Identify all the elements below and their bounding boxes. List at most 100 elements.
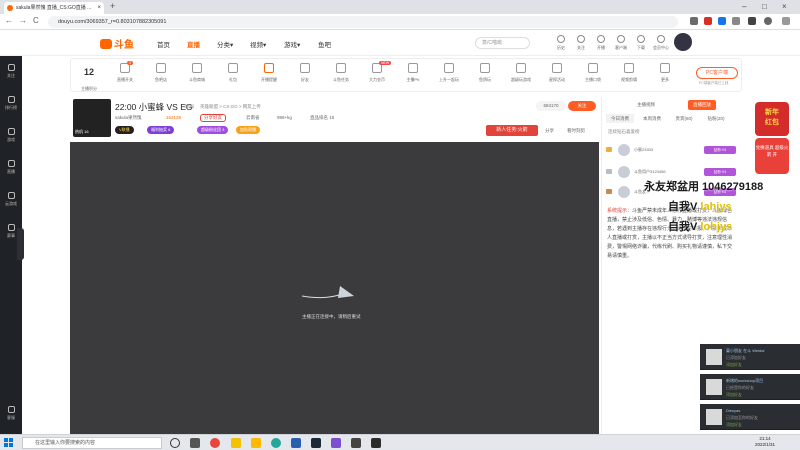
toolbar-item-10[interactable]: 鱼鸽玩: [467, 63, 503, 83]
member-button[interactable]: 会员中心: [650, 35, 672, 51]
taskbar-search[interactable]: 在这里输入你要搜索的内容: [22, 437, 162, 449]
sticker-pill[interactable]: 加贴帮播: [236, 126, 260, 134]
search-input[interactable]: 蒸/C喵呦: [475, 37, 530, 49]
forward-button[interactable]: →: [19, 16, 27, 25]
client-button[interactable]: 客户端: [610, 35, 632, 51]
window-maximize-button[interactable]: □: [762, 0, 767, 14]
tab-close-icon[interactable]: ×: [97, 2, 101, 14]
taskview-icon[interactable]: [190, 438, 200, 448]
toolbar-item-15[interactable]: 更多: [647, 63, 683, 83]
rocket-redeem[interactable]: 兑换道具 超级火箭 开: [755, 138, 789, 174]
toolbar-item-14[interactable]: 视频剪辑: [611, 63, 647, 83]
side-rank[interactable]: 排行榜: [0, 96, 22, 111]
window-minimize-button[interactable]: –: [742, 0, 746, 14]
video-player[interactable]: 主播正在连接中，请稍后重试: [70, 142, 599, 434]
subtab-vip[interactable]: 贵宾(60): [670, 114, 698, 123]
nav-game[interactable]: 游戏▾: [284, 39, 300, 49]
extension-blue-icon[interactable]: [718, 17, 726, 25]
media-control-icon[interactable]: [748, 17, 756, 25]
app-dark-icon[interactable]: [351, 438, 361, 448]
sidenav-collapse-handle[interactable]: [17, 228, 24, 260]
anchor-level[interactable]: 12 主播积分: [75, 67, 103, 95]
new-year-promo[interactable]: 新年 红包 兑换道具 超级火箭 开: [755, 102, 789, 174]
toolbar-item-12[interactable]: 星探活动: [539, 63, 575, 83]
start-live-button[interactable]: 开播: [590, 35, 612, 51]
report-link[interactable]: 举报: [185, 104, 194, 110]
share-button[interactable]: 分享: [545, 128, 554, 134]
app-terminal-icon[interactable]: [371, 438, 381, 448]
extension-puzzle-icon[interactable]: [732, 17, 740, 25]
nav-home[interactable]: 首页: [157, 39, 170, 49]
vlive-pill[interactable]: V联播: [115, 126, 134, 134]
subtab-diamond[interactable]: 钻粉(20): [702, 114, 730, 123]
toolbar-item-3[interactable]: 礼包: [215, 63, 251, 83]
subtab-today[interactable]: 今日消费: [606, 114, 634, 123]
clip-button[interactable]: 看时刻剪: [567, 128, 585, 134]
nav-category[interactable]: 分类▾: [217, 39, 233, 49]
room-category[interactable]: 英雄联盟 > CS:GO > 网友上传: [200, 104, 261, 110]
tab-anchor-video[interactable]: 主播视频: [632, 100, 660, 110]
extension-red-icon[interactable]: [704, 17, 712, 25]
rank-row[interactable]: 斗鱼用户3123456 钻粉·V4: [606, 165, 740, 179]
history-button[interactable]: 历史: [550, 35, 572, 51]
profile-icon[interactable]: [764, 17, 772, 25]
side-live[interactable]: 直播: [0, 160, 22, 175]
rank-row[interactable]: 小蜜23333 钻粉·V4: [606, 143, 740, 157]
user-avatar[interactable]: [674, 33, 692, 51]
file-explorer-icon[interactable]: [231, 438, 241, 448]
fan-club-pill[interactable]: 超级粉丝团 3: [197, 126, 229, 134]
nav-fishbar[interactable]: 鱼吧: [318, 39, 331, 49]
anchor-name[interactable]: sakula果然愧: [115, 115, 142, 121]
back-button[interactable]: ←: [5, 16, 13, 25]
toolbar-item-7[interactable]: NEW 大力金币: [359, 61, 395, 83]
toolbar-item-1[interactable]: 鱼吧店: [143, 63, 179, 83]
download-button[interactable]: 下载: [630, 35, 652, 51]
toolbar-item-11[interactable]: 超级玩游戏: [503, 63, 539, 83]
tab-replay[interactable]: 直播回放: [688, 100, 716, 110]
subtab-week[interactable]: 本周消费: [638, 114, 666, 123]
douyu-logo[interactable]: 斗鱼: [100, 36, 134, 51]
browser-tab[interactable]: sakula果然愧 直播_CS:GO直播 ... ×: [4, 2, 104, 14]
monitor-icon: [617, 35, 625, 43]
toolbar-item-5[interactable]: 好友: [287, 63, 323, 83]
lottery-pill[interactable]: 福利抽奖 6: [147, 126, 175, 134]
app-blue-icon[interactable]: [291, 438, 301, 448]
side-cloud[interactable]: 云游戏: [0, 192, 22, 207]
window-close-button[interactable]: ×: [782, 0, 787, 14]
new-tab-button[interactable]: +: [110, 1, 115, 11]
toolbar-item-0[interactable]: 3 直播开关: [107, 61, 143, 83]
start-button[interactable]: [4, 438, 13, 447]
notification-item[interactable]: 新增的workshop项目 已经是你的好友 添加好友: [700, 374, 800, 400]
anchor-avatar[interactable]: 热机 16: [73, 99, 111, 137]
side-game[interactable]: 游戏: [0, 128, 22, 143]
taskbar-clock[interactable]: 21:14 2022/1/31: [745, 436, 785, 448]
browser-menu-icon[interactable]: [782, 17, 790, 25]
toolbar-item-4[interactable]: 开播提醒: [251, 63, 287, 83]
nav-video[interactable]: 视频▾: [250, 39, 266, 49]
pc-client-button[interactable]: PC客户端: [696, 67, 738, 79]
app-teal-icon[interactable]: [271, 438, 281, 448]
rank-row[interactable]: 斗鱼友... 钻粉·V4: [606, 185, 740, 199]
follow-header-button[interactable]: 关注: [570, 35, 592, 51]
reload-button[interactable]: C: [33, 16, 39, 25]
notification-item[interactable]: Diesyas 已添加至你的好友 添加好友: [700, 404, 800, 430]
side-follow[interactable]: 关注: [0, 64, 22, 79]
toolbar-item-13[interactable]: 主播口袋: [575, 63, 611, 83]
toolbar-item-2[interactable]: 斗鱼商城: [179, 63, 215, 83]
toolbar-item-6[interactable]: 斗鱼任务: [323, 63, 359, 83]
app-purple-icon[interactable]: [331, 438, 341, 448]
notification-item[interactable]: 蔓小朋友 在斗 Weidai 已添加好友 添加好友: [700, 344, 800, 370]
app-yellow-icon[interactable]: [251, 438, 261, 448]
toolbar-label-12: 星探活动: [549, 77, 565, 82]
url-bar[interactable]: douyu.com/3069357_r=0.803107882305091: [48, 16, 678, 28]
new-task-button[interactable]: 新人任务:火箭: [486, 125, 538, 136]
chrome-icon[interactable]: [210, 438, 220, 448]
nav-live[interactable]: 直播: [187, 39, 200, 49]
toolbar-item-8[interactable]: 主播PK: [395, 63, 431, 83]
extension-icon[interactable]: [690, 17, 698, 25]
follow-button[interactable]: 关注: [568, 101, 596, 111]
toolbar-item-9[interactable]: 上升一起玩: [431, 63, 467, 83]
steam-icon[interactable]: [311, 438, 321, 448]
cortana-icon[interactable]: [170, 438, 180, 448]
side-service[interactable]: 客服: [0, 406, 22, 421]
